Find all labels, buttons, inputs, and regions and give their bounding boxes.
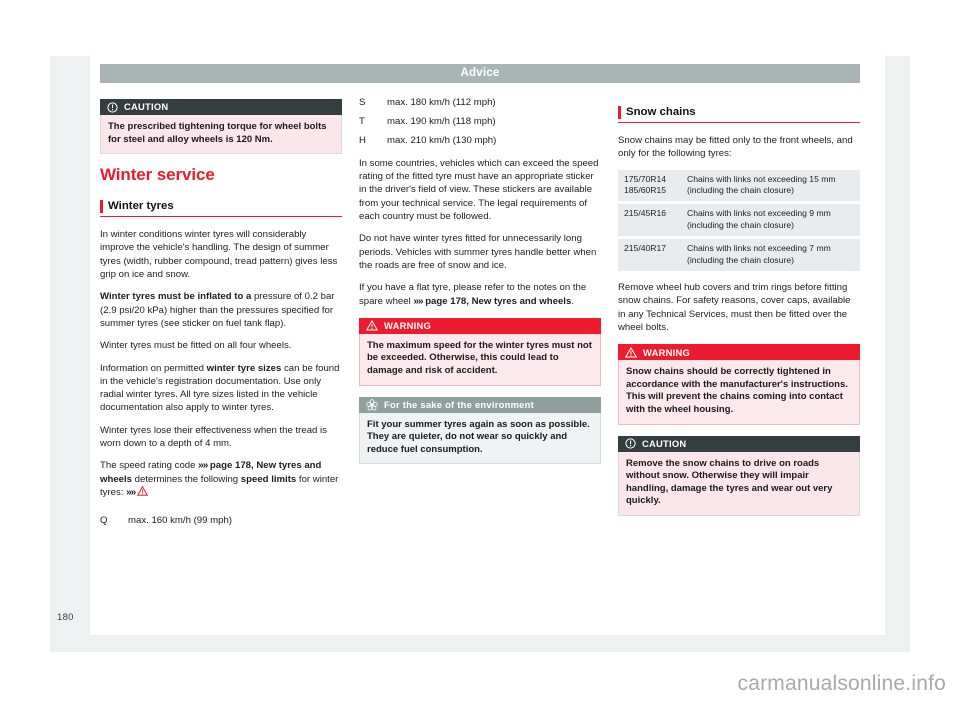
cross-reference-arrow-icon[interactable]: »» <box>413 296 423 307</box>
caution-box-text: Remove the snow chains to drive on roads… <box>618 451 860 516</box>
chain-description: Chains with links not exceeding 15 mm (i… <box>687 173 836 195</box>
table-row: 175/70R14 185/60R15 Chains with links no… <box>618 169 860 202</box>
paragraph-snow-chains-intro: Snow chains may be fitted only to the fr… <box>618 135 853 160</box>
speedcode-part2: determines the following <box>132 473 241 485</box>
paragraph-remove-hub-covers: Remove wheel hub covers and trim rings b… <box>618 282 851 333</box>
chain-description: Chains with links not exceeding 7 mm (in… <box>687 243 831 265</box>
cross-reference-arrow-icon-2[interactable]: »» <box>126 487 136 498</box>
pressure-bold-lead: Winter tyres must be inflated to a <box>100 291 252 303</box>
caution-box-remove-chains: CAUTION Remove the snow chains to drive … <box>618 435 860 516</box>
caution-box-text: The prescribed tightening torque for whe… <box>100 115 342 155</box>
watermark: carmanualsonline.info <box>737 672 946 695</box>
chain-tyre-size: 215/40R17 <box>624 243 667 254</box>
paragraph-tyre-pressure: Winter tyres must be inflated to a press… <box>100 290 342 330</box>
warning-box-header: WARNING <box>359 317 601 334</box>
warning-triangle-icon <box>624 346 638 358</box>
warning-box-text: The maximum speed for the winter tyres m… <box>359 333 601 386</box>
chain-tyre-size: 175/70R14 185/60R15 <box>624 173 667 195</box>
paragraph-country-stickers: In some countries, vehicles which can ex… <box>359 157 599 223</box>
paragraph-tyre-sizes: Information on permitted winter tyre siz… <box>100 362 342 415</box>
caution-box-title: CAUTION <box>642 437 687 449</box>
warning-box-text: Snow chains should be correctly tightene… <box>618 360 860 425</box>
warning-box-max-speed: WARNING The maximum speed for the winter… <box>359 317 601 386</box>
speedcode-part1: The speed rating code <box>100 460 199 472</box>
cross-reference-arrow-icon[interactable]: »» <box>198 460 208 471</box>
paragraph-winter-conditions: In winter conditions winter tyres will c… <box>100 229 338 281</box>
exclamation-circle-icon <box>625 438 636 449</box>
speed-rating-value: max. 210 km/h (130 mph) <box>387 134 497 146</box>
table-row: 215/45R16 Chains with links not exceedin… <box>618 204 860 237</box>
speed-rating-value: max. 160 km/h (99 mph) <box>128 515 232 527</box>
speed-rating-row-q: Q max. 160 km/h (99 mph) <box>100 514 342 527</box>
chain-tyre-size: 215/45R16 <box>624 208 667 219</box>
environment-box-header: For the sake of the environment <box>359 396 601 413</box>
warning-box-title: WARNING <box>643 346 691 358</box>
speed-rating-value: max. 180 km/h (112 mph) <box>387 97 496 108</box>
warning-triangle-icon <box>137 485 149 500</box>
paragraph-tread-depth: Winter tyres lose their effectiveness wh… <box>100 424 327 450</box>
section-title-winter-service: Winter service <box>100 165 215 185</box>
snow-chain-table: 175/70R14 185/60R15 Chains with links no… <box>618 169 860 272</box>
paragraph-flat-tyre: If you have a flat tyre, please refer to… <box>359 281 601 308</box>
column-three: Snow chains Snow chains may be fitted on… <box>618 96 860 527</box>
flat-part2: . <box>571 295 574 307</box>
speed-rating-value: max. 190 km/h (118 mph) <box>387 115 496 127</box>
sizes-bold: winter tyre sizes <box>206 362 282 374</box>
caution-box-wheel-bolts: CAUTION The prescribed tightening torque… <box>100 99 342 155</box>
exclamation-circle-icon <box>107 101 118 113</box>
speed-rating-row-h: H max. 210 km/h (130 mph) <box>359 134 601 147</box>
manual-page-viewport: Advice CAUTION The prescribed tightening… <box>0 0 960 708</box>
running-header: Advice <box>100 64 860 83</box>
speed-rating-code: Q <box>100 515 108 527</box>
speedcode-bold: speed limits <box>240 473 297 485</box>
column-one: CAUTION The prescribed tightening torque… <box>100 96 342 533</box>
page-number: 180 <box>57 612 74 623</box>
speed-rating-code: S <box>359 97 366 108</box>
caution-box-header: CAUTION <box>618 435 860 452</box>
paragraph-unnecessary-periods: Do not have winter tyres fitted for unne… <box>359 233 597 271</box>
environment-box-summer-tyres: For the sake of the environment Fit your… <box>359 396 601 465</box>
warning-triangle-icon <box>365 320 379 331</box>
caution-box-title: CAUTION <box>124 101 169 113</box>
warning-box-header: WARNING <box>618 344 860 361</box>
sizes-part1: Information on permitted <box>100 362 207 374</box>
chain-description: Chains with links not exceeding 9 mm (in… <box>687 208 831 230</box>
speed-rating-row-t: T max. 190 km/h (118 mph) <box>359 115 601 128</box>
paragraph-all-four-wheels: Winter tyres must be fitted on all four … <box>100 340 292 352</box>
caution-box-header: CAUTION <box>100 99 342 115</box>
subsection-title-snow-chains: Snow chains <box>618 105 860 123</box>
warning-box-chain-tightening: WARNING Snow chains should be correctly … <box>618 344 860 425</box>
environment-box-title: For the sake of the environment <box>384 398 534 410</box>
speed-rating-code: T <box>359 115 365 127</box>
column-two: S max. 180 km/h (112 mph) T max. 190 km/… <box>359 96 601 475</box>
subsection-title-winter-tyres: Winter tyres <box>100 199 342 218</box>
cross-reference-link[interactable]: page 178, New tyres and wheels <box>423 296 571 307</box>
three-column-layout: CAUTION The prescribed tightening torque… <box>100 96 860 636</box>
paragraph-speed-rating-code: The speed rating code »» page 178, New t… <box>100 459 342 500</box>
environment-box-text: Fit your summer tyres again as soon as p… <box>359 412 601 465</box>
table-row: 215/40R17 Chains with links not exceedin… <box>618 239 860 272</box>
environment-flower-icon <box>366 398 378 411</box>
speed-rating-code: H <box>359 134 366 146</box>
warning-box-title: WARNING <box>384 320 432 332</box>
speed-rating-row-s: S max. 180 km/h (112 mph) <box>359 96 601 109</box>
